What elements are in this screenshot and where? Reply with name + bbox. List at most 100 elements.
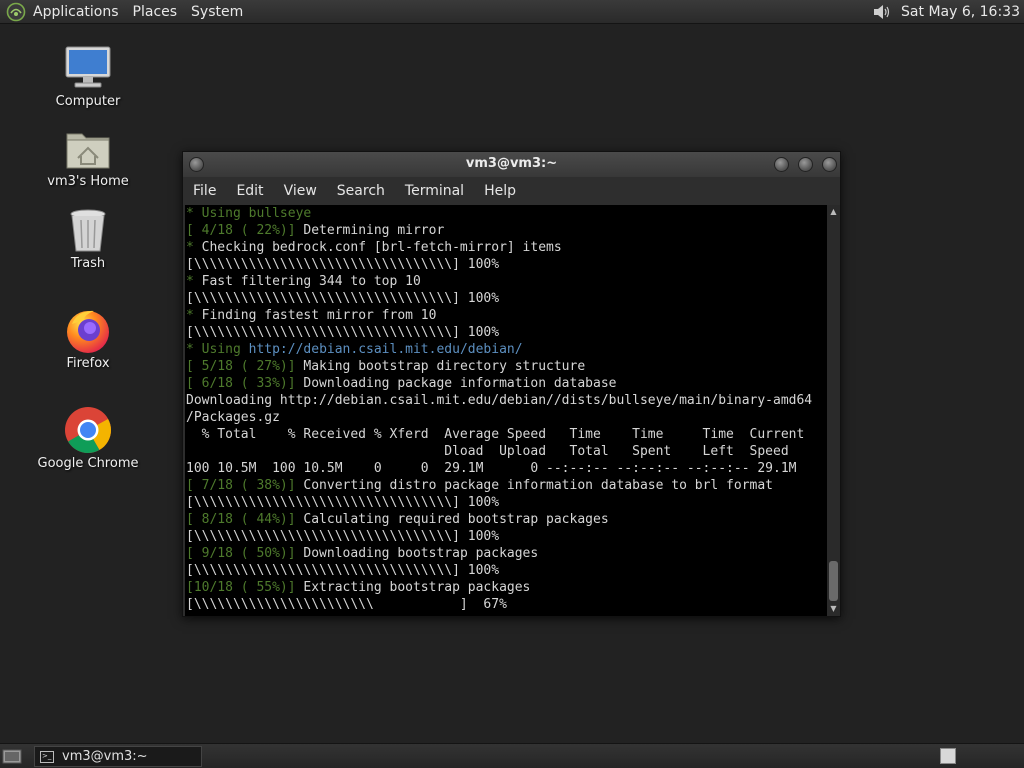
desktop-icon-label: Firefox — [66, 356, 110, 371]
terminal-line-segment: bullseye — [248, 206, 312, 221]
terminal-line: * Finding fastest mirror from 10 — [186, 307, 827, 324]
volume-icon[interactable] — [871, 2, 893, 22]
terminal-line: [\\\\\\\\\\\\\\\\\\\\\\\\\\\\\\\\\] 100% — [186, 528, 827, 545]
menu-view[interactable]: View — [274, 183, 327, 199]
terminal-line-segment: Finding fastest mirror from 10 — [201, 308, 437, 323]
desktop-icon-computer[interactable]: Computer — [28, 44, 148, 109]
terminal-line: [\\\\\\\\\\\\\\\\\\\\\\\\\\\\\\\\\] 100% — [186, 494, 827, 511]
terminal-line: [ 4/18 ( 22%)] Determining mirror — [186, 222, 827, 239]
desktop-icon-label: Computer — [55, 94, 121, 109]
bottom-panel: >_ vm3@vm3:~ — [0, 743, 1024, 768]
terminal-line-segment: [\\\\\\\\\\\\\\\\\\\\\\\\\\\\\\\\\] 100% — [186, 325, 500, 340]
terminal-line: [ 8/18 ( 44%)] Calculating required boot… — [186, 511, 827, 528]
terminal-line: [ 5/18 ( 27%)] Making bootstrap director… — [186, 358, 827, 375]
desktop-icon-label: vm3's Home — [47, 174, 129, 189]
window-title: vm3@vm3:~ — [465, 156, 558, 171]
menu-edit[interactable]: Edit — [226, 183, 273, 199]
taskbar-item-terminal[interactable]: >_ vm3@vm3:~ — [34, 746, 202, 767]
desktop-icon-label: Trash — [70, 256, 106, 271]
terminal-line: [\\\\\\\\\\\\\\\\\\\\\\\ ] 67% — [186, 596, 827, 613]
terminal-line-segment: http://debian.csail.mit.edu/debian/ — [248, 342, 523, 357]
desktop-icon-trash[interactable]: Trash — [28, 208, 148, 271]
terminal-line-segment: * — [186, 308, 202, 323]
clock[interactable]: Sat May 6, 16:33 — [893, 4, 1024, 20]
system-menu[interactable]: System — [184, 0, 250, 24]
terminal-line-segment: Downloading package information database — [303, 376, 617, 391]
terminal-line-segment: /Packages.gz — [186, 410, 280, 425]
home-folder-icon — [66, 133, 110, 169]
terminal-line: * Fast filtering 344 to top 10 — [186, 273, 827, 290]
scroll-up-arrow-icon[interactable]: ▲ — [827, 207, 840, 217]
workspace-switcher[interactable] — [940, 748, 956, 764]
terminal-line: [\\\\\\\\\\\\\\\\\\\\\\\\\\\\\\\\\] 100% — [186, 324, 827, 341]
terminal-line-segment: Calculating required bootstrap packages — [303, 512, 609, 527]
terminal-line-segment: * Using — [186, 206, 249, 221]
terminal-line-segment: Determining mirror — [303, 223, 445, 238]
scrollbar-thumb[interactable] — [829, 561, 838, 601]
terminal-line: [ 7/18 ( 38%)] Converting distro package… — [186, 477, 827, 494]
terminal-line-segment: [ 4/18 ( 22%)] — [186, 223, 304, 238]
terminal-line-segment: [ 7/18 ( 38%)] — [186, 478, 304, 493]
desktop-icon-firefox[interactable]: Firefox — [28, 306, 148, 371]
menu-search[interactable]: Search — [327, 183, 395, 199]
terminal-line: [ 6/18 ( 33%)] Downloading package infor… — [186, 375, 827, 392]
terminal-menu-bar: File Edit View Search Terminal Help — [183, 177, 840, 205]
terminal-line-segment: [\\\\\\\\\\\\\\\\\\\\\\\\\\\\\\\\\] 100% — [186, 495, 500, 510]
terminal-line: [\\\\\\\\\\\\\\\\\\\\\\\\\\\\\\\\\] 100% — [186, 290, 827, 307]
terminal-line-segment: [ 5/18 ( 27%)] — [186, 359, 304, 374]
terminal-line: [10/18 ( 55%)] Extracting bootstrap pack… — [186, 579, 827, 596]
terminal-line-segment: Making bootstrap directory structure — [303, 359, 586, 374]
top-panel: Applications Places System Sat May 6, 16… — [0, 0, 1024, 24]
applications-menu[interactable]: Applications — [26, 0, 126, 24]
menu-terminal[interactable]: Terminal — [395, 183, 474, 199]
terminal-scrollbar[interactable]: ▲ ▼ — [827, 205, 840, 616]
terminal-line: % Total % Received % Xferd Average Speed… — [186, 426, 827, 443]
terminal-icon: >_ — [40, 750, 54, 763]
terminal-line-segment: * — [186, 240, 202, 255]
terminal-line: * Using http://debian.csail.mit.edu/debi… — [186, 341, 827, 358]
terminal-line: [\\\\\\\\\\\\\\\\\\\\\\\\\\\\\\\\\] 100% — [186, 562, 827, 579]
terminal-line-segment: [\\\\\\\\\\\\\\\\\\\\\\\\\\\\\\\\\] 100% — [186, 529, 500, 544]
terminal-line-segment: Extracting bootstrap packages — [303, 580, 531, 595]
terminal-line-segment: Downloading bootstrap packages — [303, 546, 539, 561]
taskbar-item-label: vm3@vm3:~ — [62, 749, 148, 764]
terminal-line-segment: [ 9/18 ( 50%)] — [186, 546, 304, 561]
window-menu-button[interactable] — [189, 157, 204, 172]
terminal-line-segment: * Using — [186, 342, 249, 357]
terminal-line: * Checking bedrock.conf [brl-fetch-mirro… — [186, 239, 827, 256]
desktop-icon-chrome[interactable]: Google Chrome — [28, 406, 148, 471]
terminal-line: [\\\\\\\\\\\\\\\\\\\\\\\\\\\\\\\\\] 100% — [186, 256, 827, 273]
distro-logo-icon[interactable] — [6, 2, 26, 22]
terminal-line-segment: [\\\\\\\\\\\\\\\\\\\\\\\\\\\\\\\\\] 100% — [186, 563, 500, 578]
terminal-line: * Using bullseye — [186, 205, 827, 222]
menu-help[interactable]: Help — [474, 183, 526, 199]
terminal-line-segment: [10/18 ( 55%)] — [186, 580, 304, 595]
firefox-icon — [67, 310, 109, 353]
terminal-line-segment: Converting distro package information da… — [303, 478, 774, 493]
terminal-line-segment: [ 6/18 ( 33%)] — [186, 376, 304, 391]
minimize-button[interactable] — [774, 157, 789, 172]
scroll-down-arrow-icon[interactable]: ▼ — [827, 604, 840, 614]
terminal-output[interactable]: * Using bullseye[ 4/18 ( 22%)] Determini… — [185, 205, 827, 616]
menu-file[interactable]: File — [183, 183, 226, 199]
terminal-line-segment: Checking bedrock.conf [brl-fetch-mirror]… — [201, 240, 562, 255]
top-panel-tray: Sat May 6, 16:33 — [871, 0, 1024, 24]
show-desktop-icon[interactable] — [2, 747, 22, 765]
close-button[interactable] — [822, 157, 837, 172]
terminal-line-segment: [ 8/18 ( 44%)] — [186, 512, 304, 527]
maximize-button[interactable] — [798, 157, 813, 172]
terminal-line: 100 10.5M 100 10.5M 0 0 29.1M 0 --:--:--… — [186, 460, 827, 477]
places-menu[interactable]: Places — [126, 0, 185, 24]
terminal-text: * Using bullseye[ 4/18 ( 22%)] Determini… — [185, 205, 827, 613]
terminal-window[interactable]: vm3@vm3:~ File Edit View Search Terminal… — [182, 151, 841, 617]
terminal-line: [ 9/18 ( 50%)] Downloading bootstrap pac… — [186, 545, 827, 562]
desktop-icon-home[interactable]: vm3's Home — [28, 128, 148, 189]
desktop-icon-label: Google Chrome — [37, 456, 139, 471]
terminal-line-segment: * — [186, 274, 202, 289]
window-title-bar[interactable]: vm3@vm3:~ — [183, 152, 840, 177]
terminal-line-segment: 100 10.5M 100 10.5M 0 0 29.1M 0 --:--:--… — [186, 461, 797, 476]
terminal-line-segment: Dload Upload Total Spent Left Speed — [186, 444, 789, 459]
terminal-line-segment: [\\\\\\\\\\\\\\\\\\\\\\\ ] 67% — [186, 597, 507, 612]
terminal-line-segment: % Total % Received % Xferd Average Speed… — [186, 427, 805, 442]
terminal-line-segment: [\\\\\\\\\\\\\\\\\\\\\\\\\\\\\\\\\] 100% — [186, 257, 500, 272]
